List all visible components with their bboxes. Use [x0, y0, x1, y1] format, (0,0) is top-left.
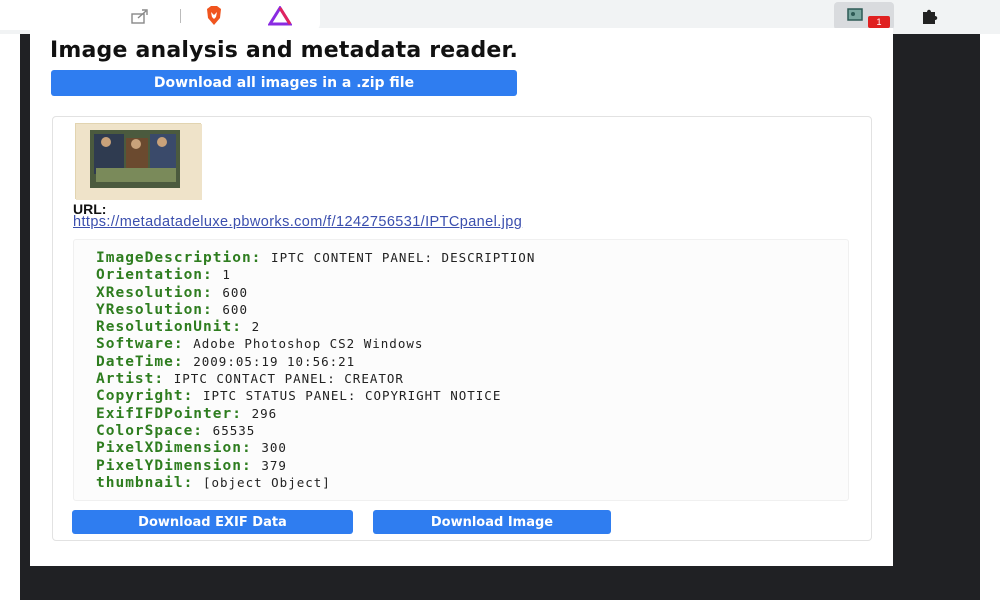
metadata-value: IPTC STATUS PANEL: COPYRIGHT NOTICE	[202, 388, 502, 404]
extensions-puzzle-icon[interactable]	[918, 4, 942, 28]
image-thumbnail[interactable]	[75, 123, 202, 200]
metadata-list: ImageDescription: IPTC CONTENT PANEL: DE…	[96, 248, 536, 491]
metadata-row: ColorSpace: 65535	[96, 421, 535, 439]
page-backdrop-bottom	[20, 566, 980, 600]
metadata-value: IPTC CONTACT PANEL: CREATOR	[173, 371, 404, 387]
share-icon[interactable]	[128, 4, 152, 28]
metadata-row: Artist: IPTC CONTACT PANEL: CREATOR	[96, 369, 535, 388]
metadata-value: 296	[251, 405, 278, 421]
image-url-link[interactable]: https://metadatadeluxe.pbworks.com/f/124…	[73, 214, 522, 230]
metadata-row: ImageDescription: IPTC CONTENT PANEL: DE…	[96, 248, 536, 266]
metadata-value: 600	[222, 284, 248, 300]
metadata-row: thumbnail: [object Object]	[96, 473, 535, 491]
metadata-row: YResolution: 600	[96, 300, 535, 318]
metadata-row: PixelXDimension: 300	[96, 438, 535, 457]
metadata-row: Software: Adobe Photoshop CS2 Windows	[96, 334, 535, 353]
metadata-key: ExifIFDPointer:	[96, 405, 242, 422]
download-image-button[interactable]: Download Image	[373, 510, 611, 534]
metadata-panel: ImageDescription: IPTC CONTENT PANEL: DE…	[73, 239, 849, 501]
page-backdrop-right	[893, 34, 980, 600]
metadata-key: Orientation:	[96, 267, 213, 284]
popup-title: Image analysis and metadata reader.	[50, 38, 519, 63]
metadata-value: IPTC CONTENT PANEL: DESCRIPTION	[271, 250, 536, 265]
metadata-key: PixelXDimension:	[96, 440, 252, 457]
metadata-key: ColorSpace:	[96, 422, 204, 439]
metadata-value: 1	[222, 267, 231, 283]
metadata-key: ImageDescription:	[96, 250, 262, 266]
metadata-key: Artist:	[96, 371, 165, 388]
extension-popup: Image analysis and metadata reader. Down…	[30, 28, 893, 566]
metadata-row: XResolution: 600	[96, 283, 535, 301]
metadata-row: Copyright: IPTC STATUS PANEL: COPYRIGHT …	[96, 386, 535, 405]
metadata-value: [object Object]	[202, 474, 331, 490]
download-zip-button[interactable]: Download all images in a .zip file	[51, 70, 517, 96]
metadata-value: 65535	[212, 422, 256, 438]
metadata-row: ExifIFDPointer: 296	[96, 404, 535, 422]
metadata-key: Copyright:	[96, 388, 194, 405]
metadata-key: XResolution:	[96, 284, 213, 301]
brave-shields-icon[interactable]	[202, 4, 226, 28]
metadata-row: PixelYDimension: 379	[96, 456, 535, 474]
toolbar-separator	[180, 9, 181, 23]
metadata-key: ResolutionUnit:	[96, 319, 242, 336]
page-backdrop-left-edge	[20, 34, 30, 566]
extension-badge: 1	[868, 16, 890, 28]
download-exif-button[interactable]: Download EXIF Data	[72, 510, 353, 534]
brave-rewards-icon[interactable]	[268, 4, 292, 28]
metadata-value: 2009:05:19 10:56:21	[193, 353, 356, 369]
metadata-value: Adobe Photoshop CS2 Windows	[193, 336, 424, 352]
metadata-value: 2	[251, 319, 261, 335]
metadata-key: YResolution:	[96, 301, 213, 318]
metadata-row: ResolutionUnit: 2	[96, 317, 535, 336]
metadata-row: Orientation: 1	[96, 265, 535, 284]
metadata-key: Software:	[96, 336, 184, 353]
metadata-row: DateTime: 2009:05:19 10:56:21	[96, 352, 535, 370]
metadata-key: thumbnail:	[96, 474, 194, 491]
image-card: URL: https://metadatadeluxe.pbworks.com/…	[52, 116, 872, 541]
metadata-value: 379	[261, 457, 287, 473]
metadata-value: 600	[222, 301, 248, 317]
metadata-key: PixelYDimension:	[96, 457, 252, 474]
metadata-extension-icon[interactable]	[844, 4, 868, 28]
metadata-value: 300	[261, 440, 287, 456]
